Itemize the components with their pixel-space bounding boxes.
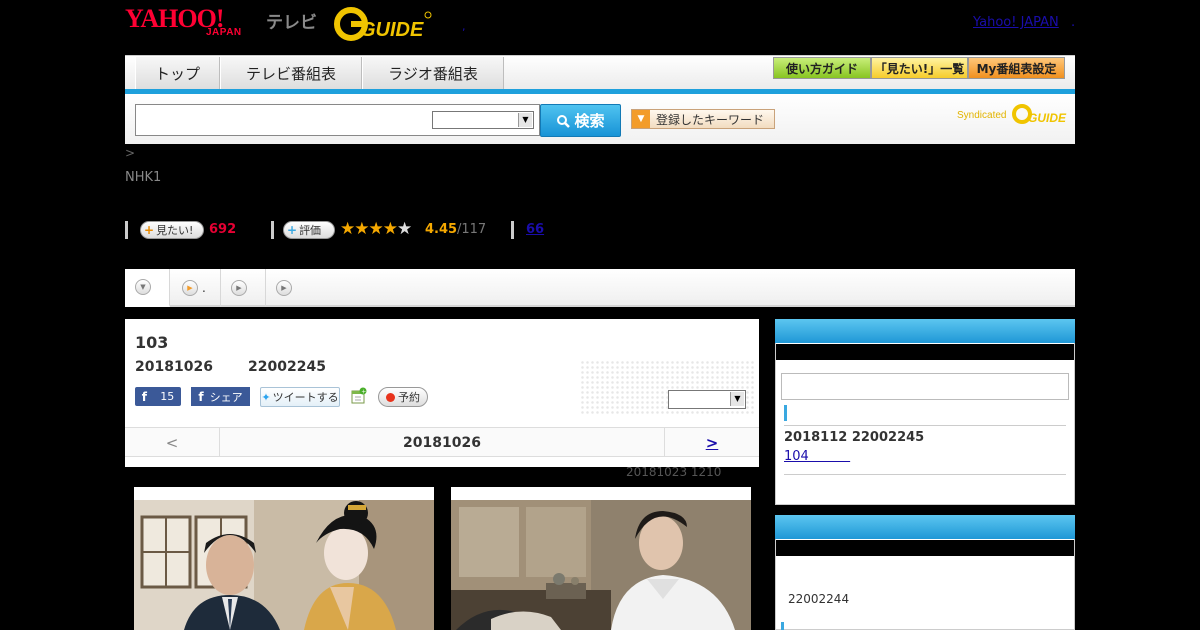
- rating-value: 4.45: [425, 222, 458, 237]
- search-button[interactable]: 検索: [540, 104, 621, 137]
- divider: [784, 425, 1066, 426]
- program-photo[interactable]: [451, 487, 751, 630]
- tab-tv-schedule[interactable]: テレビ番組表: [220, 57, 362, 89]
- plus-icon: +: [287, 223, 298, 237]
- want-list-button[interactable]: 「見たい!」一覧: [871, 57, 968, 79]
- sidebar-input[interactable]: [781, 373, 1069, 400]
- registered-keyword-button[interactable]: ▼ 登録したキーワード: [631, 109, 775, 129]
- section-marker: [781, 622, 784, 630]
- related-program-time: 22002244: [788, 592, 850, 606]
- program-date: 20181026: [135, 359, 213, 375]
- play-icon: ▶: [182, 280, 198, 296]
- rate-button[interactable]: + 評価: [283, 221, 335, 239]
- reserve-label: 予約: [398, 391, 420, 404]
- divider: [511, 221, 514, 239]
- update-timestamp: 20181023 1210: [626, 465, 722, 479]
- gguide-logo[interactable]: GUIDE: [334, 7, 432, 41]
- rate-button-label: 評価: [299, 224, 322, 237]
- header-separator: ,: [462, 20, 466, 33]
- tweet-button[interactable]: ✦ ツイートする: [260, 387, 340, 407]
- sidebar-box-header: [775, 515, 1075, 539]
- chevron-down-icon: ▼: [730, 392, 744, 406]
- star-icon: ★: [340, 219, 355, 239]
- tab-detail[interactable]: ▼: [125, 269, 170, 307]
- svg-text:GUIDE: GUIDE: [1028, 111, 1067, 125]
- pager-next-button[interactable]: >: [664, 428, 759, 457]
- yahoo-japan-logo-text: JAPAN: [206, 27, 242, 38]
- tweet-label: ツイートする: [272, 391, 339, 404]
- breadcrumb[interactable]: >: [125, 146, 135, 160]
- tab-related[interactable]: ▶: [266, 269, 311, 307]
- tab-cast-label: .: [202, 281, 206, 295]
- tab-radio-schedule[interactable]: ラジオ番組表: [362, 57, 504, 89]
- star-icon: ★: [368, 219, 384, 239]
- next-episode-link[interactable]: 104: [784, 449, 850, 464]
- sidebar-box-header: [775, 319, 1075, 343]
- facebook-share-button[interactable]: f シェア: [191, 387, 250, 406]
- tab-cast[interactable]: ▶ .: [172, 269, 221, 307]
- divider: [784, 474, 1066, 475]
- want-count: 692: [209, 222, 237, 237]
- svg-text:GUIDE: GUIDE: [360, 19, 424, 41]
- comment-count-link[interactable]: 66: [526, 222, 544, 237]
- play-icon: ▶: [276, 280, 292, 296]
- reserve-button[interactable]: 予約: [378, 387, 428, 407]
- rating-count: /117: [457, 222, 487, 237]
- search-icon: [557, 114, 571, 128]
- tab-reviews[interactable]: ▶: [221, 269, 266, 307]
- facebook-share-label: シェア: [209, 390, 243, 404]
- facebook-like-count: 15: [160, 390, 175, 403]
- star-icon: ★: [382, 219, 398, 239]
- star-icon: ★: [354, 219, 369, 239]
- calendar-add-icon[interactable]: +: [351, 387, 367, 405]
- program-time: 22002245: [248, 359, 326, 375]
- photo-scene-right: [451, 487, 751, 630]
- tv-logo-text[interactable]: テレビ: [266, 8, 317, 33]
- facebook-icon: f: [141, 389, 147, 404]
- facebook-like-button[interactable]: f 15: [135, 387, 181, 406]
- sidebar-box-subheader: [776, 540, 1074, 556]
- pager-current-date: 20181026: [403, 434, 481, 451]
- rating-stars: ★★★★★: [340, 219, 412, 239]
- tab-top[interactable]: トップ: [135, 57, 220, 89]
- yahoo-japan-link[interactable]: Yahoo! JAPAN: [973, 15, 1059, 30]
- chevron-down-icon: ▼: [135, 279, 151, 295]
- divider: [125, 221, 128, 239]
- program-photo[interactable]: [134, 487, 434, 630]
- want-button-label: 見たい!: [156, 224, 194, 237]
- chevron-down-icon: ▼: [518, 113, 532, 127]
- svg-text:+: +: [361, 389, 366, 396]
- syndicated-label: Syndicated: [957, 110, 1007, 121]
- registered-keyword-label: 登録したキーワード: [656, 112, 765, 127]
- guide-button[interactable]: 使い方ガイド: [773, 57, 871, 79]
- search-category-select[interactable]: ▼: [432, 111, 534, 129]
- divider: [271, 221, 274, 239]
- search-button-label: 検索: [574, 112, 605, 130]
- channel-name: NHK1: [125, 170, 162, 185]
- syndicated-gguide-logo: GUIDE: [1012, 104, 1067, 125]
- program-options-select[interactable]: ▼: [668, 390, 746, 409]
- header-link-dot[interactable]: .: [1071, 15, 1075, 30]
- facebook-icon: f: [198, 389, 204, 404]
- sidebar-box-subheader: [776, 344, 1074, 360]
- program-title: 103: [135, 333, 169, 352]
- star-empty-icon: ★: [397, 219, 412, 239]
- my-schedule-button[interactable]: My番組表設定: [968, 57, 1065, 79]
- play-icon: ▶: [231, 280, 247, 296]
- pager-prev-button[interactable]: <: [125, 428, 220, 457]
- twitter-bird-icon: ✦: [261, 390, 271, 404]
- section-marker: [784, 405, 787, 421]
- dropdown-triangle-icon: ▼: [632, 110, 650, 128]
- want-button[interactable]: + 見たい!: [140, 221, 204, 239]
- photo-scene-left: [134, 487, 434, 630]
- plus-icon: +: [144, 223, 155, 237]
- record-icon: [386, 392, 395, 402]
- next-episode-datetime: 2018112 22002245: [784, 430, 925, 445]
